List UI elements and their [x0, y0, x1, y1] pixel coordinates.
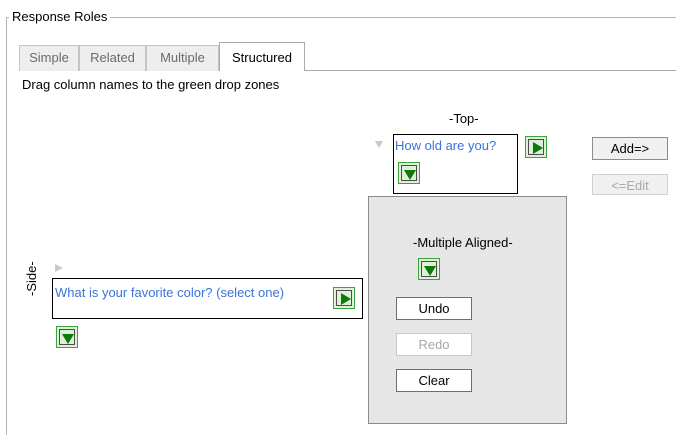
green-triangle-right-icon — [341, 293, 351, 305]
top-column-name[interactable]: How old are you? — [395, 138, 496, 153]
edit-button[interactable]: <=Edit — [592, 174, 668, 195]
side-zone-label: -Side- — [24, 261, 39, 296]
green-triangle-right-icon — [533, 142, 543, 154]
tab-related[interactable]: Related — [79, 45, 146, 71]
side-expand-right-button[interactable] — [333, 287, 355, 309]
center-panel-label: -Multiple Aligned- — [413, 235, 513, 250]
group-border-left — [6, 17, 7, 435]
green-triangle-down-icon — [404, 170, 416, 180]
top-zone-label: -Top- — [449, 111, 479, 126]
collapse-right-icon[interactable] — [55, 264, 63, 272]
collapse-down-icon[interactable] — [375, 141, 383, 148]
side-column-name[interactable]: What is your favorite color? (select one… — [55, 285, 284, 300]
clear-button[interactable]: Clear — [396, 369, 472, 392]
group-border-top — [55, 17, 676, 18]
green-triangle-down-icon — [62, 334, 74, 344]
tab-simple[interactable]: Simple — [19, 45, 79, 71]
undo-button[interactable]: Undo — [396, 297, 472, 320]
add-button[interactable]: Add=> — [592, 137, 668, 160]
side-expand-down-button[interactable] — [56, 326, 78, 348]
group-title: Response Roles — [9, 9, 111, 24]
green-triangle-down-icon — [424, 266, 436, 276]
tab-structured[interactable]: Structured — [219, 42, 305, 71]
instructions-text: Drag column names to the green drop zone… — [22, 77, 280, 92]
top-expand-down-button[interactable] — [398, 162, 420, 184]
redo-button[interactable]: Redo — [396, 333, 472, 356]
top-expand-right-button[interactable] — [525, 136, 547, 158]
center-drop-down-button[interactable] — [418, 258, 440, 280]
tab-multiple[interactable]: Multiple — [146, 45, 219, 71]
